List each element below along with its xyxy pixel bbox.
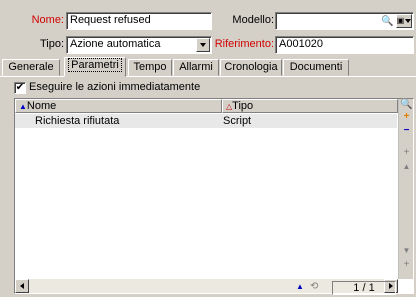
nome-label: Nome: (31, 14, 64, 26)
search-icon[interactable]: 🔍 (380, 14, 395, 28)
refresh-icon[interactable]: ⟲ (310, 281, 318, 292)
sort-up-icon[interactable]: ▲ (296, 282, 304, 291)
tipo-dropdown-button[interactable] (196, 38, 210, 52)
move-down-icon[interactable]: ▼ (400, 245, 413, 257)
check-icon: ✔ (15, 82, 25, 93)
column-header-tipo[interactable]: △Tipo (222, 99, 398, 113)
column-header-nome[interactable]: ▲Nome (15, 99, 222, 113)
parameters-list: ▲Nome △Tipo Richiesta rifiutata Script 🔍… (14, 98, 414, 294)
add-icon[interactable]: + (400, 111, 413, 123)
tab-allarmi[interactable]: Allarmi (173, 59, 219, 76)
table-cell-nome: Richiesta rifiutata (35, 115, 120, 127)
modello-dropdown-button[interactable]: ▣ (396, 14, 412, 28)
tipo-label: Tipo: (39, 38, 64, 50)
execute-immediately-checkbox[interactable]: ✔ (14, 82, 26, 94)
tab-parametri-label: Parametri (68, 58, 122, 72)
tab-parametri[interactable]: Parametri (64, 57, 126, 77)
remove-icon[interactable]: − (400, 125, 413, 137)
column-header-nome-label: Nome (26, 100, 57, 112)
chevron-down-icon (200, 43, 206, 47)
execute-immediately-label: Eseguire le azioni immediatamente (29, 81, 201, 93)
tab-cronologia[interactable]: Cronologia (220, 59, 282, 76)
table-cell-tipo: Script (223, 115, 252, 127)
sort-asc-icon: ▲ (19, 102, 27, 111)
tab-generale[interactable]: Generale (2, 59, 60, 76)
modello-label: Modello: (232, 14, 274, 26)
riferimento-label: Riferimento: (214, 38, 274, 50)
zoom-icon[interactable]: 🔍 (400, 99, 413, 111)
detail-icon: ▣ (396, 16, 405, 25)
column-header-tipo-label: Tipo (232, 100, 254, 112)
tipo-value: Azione automatica (70, 38, 161, 50)
move-up-icon[interactable]: ▲ (400, 161, 413, 173)
duplicate-icon[interactable]: + (400, 147, 413, 159)
record-counter: 1 / 1 (332, 281, 396, 295)
chevron-down-icon (405, 19, 412, 23)
modello-field[interactable]: 🔍 ▣ (275, 12, 414, 30)
status-bar: ▲ ⟲ 1 / 1 (14, 281, 414, 295)
insert-icon[interactable]: + (400, 259, 413, 271)
tipo-select[interactable]: Azione automatica (66, 36, 212, 54)
tab-bar: Generale Parametri Tempo Allarmi Cronolo… (0, 57, 416, 77)
riferimento-field[interactable]: A001020 (275, 36, 414, 54)
list-toolbar: 🔍 + − + ▲ ▼ + (398, 99, 413, 279)
tab-documenti[interactable]: Documenti (283, 59, 349, 76)
nome-field[interactable]: Request refused (66, 12, 212, 30)
tab-tempo[interactable]: Tempo (128, 59, 172, 76)
